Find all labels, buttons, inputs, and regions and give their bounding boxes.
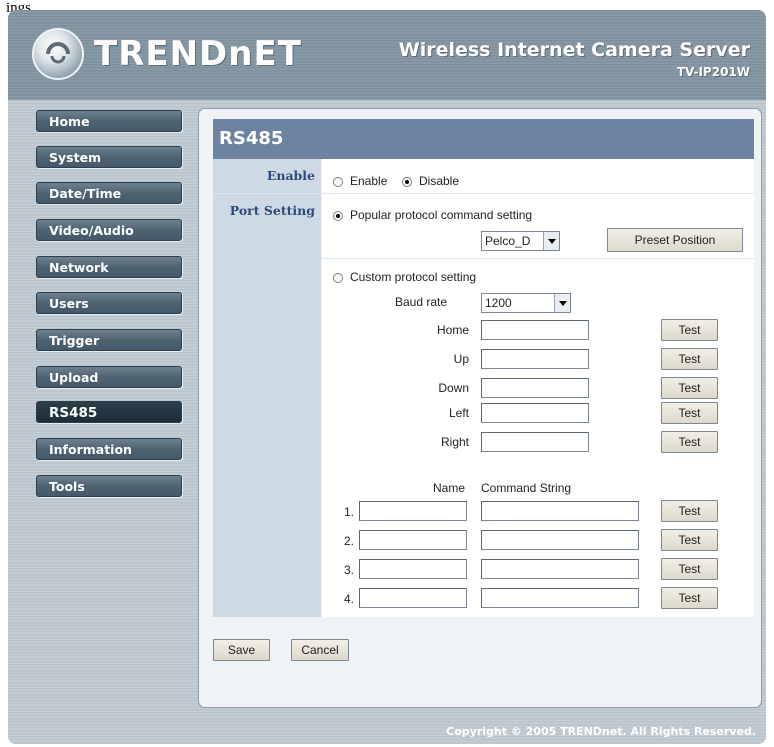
popular-protocol-label: Popular protocol command setting <box>350 208 533 222</box>
command-string-input[interactable] <box>481 530 639 550</box>
direction-label-right: Right <box>440 435 469 449</box>
page-title: RS485 <box>219 128 284 149</box>
command-name-input[interactable] <box>359 588 467 608</box>
logo-text: TRENDnET <box>94 34 302 74</box>
command-string-input[interactable] <box>481 501 639 521</box>
popular-protocol-radio[interactable] <box>333 211 343 221</box>
test-up-button[interactable]: Test <box>661 348 718 370</box>
copyright-footer: Copyright © 2005 TRENDnet. All Rights Re… <box>446 725 756 738</box>
nav-item-upload[interactable]: Upload <box>36 366 182 388</box>
test-home-button[interactable]: Test <box>661 319 718 341</box>
enable-radio[interactable] <box>333 177 343 187</box>
custom-protocol-label: Custom protocol setting <box>350 270 477 284</box>
panel-header: RS485 <box>213 119 754 159</box>
app-frame: TRENDnET Wireless Internet Camera Server… <box>8 10 766 744</box>
protocol-select[interactable]: Pelco_D <box>481 231 560 251</box>
direction-label-home: Home <box>436 323 469 337</box>
direction-label-down: Down <box>438 381 469 395</box>
test-command-button[interactable]: Test <box>661 529 718 551</box>
command-name-input[interactable] <box>359 501 467 521</box>
nav-item-home[interactable]: Home <box>36 110 182 132</box>
nav-item-trigger[interactable]: Trigger <box>36 329 182 351</box>
test-down-button[interactable]: Test <box>661 377 718 399</box>
row-divider <box>322 193 754 194</box>
up-command-input[interactable] <box>481 349 589 369</box>
protocol-select-value: Pelco_D <box>485 234 531 248</box>
home-command-input[interactable] <box>481 320 589 340</box>
direction-label-left: Left <box>448 406 469 420</box>
baud-rate-select[interactable]: 1200 <box>481 293 571 313</box>
nav-item-rs485[interactable]: RS485 <box>36 401 182 423</box>
disable-radio[interactable] <box>402 177 412 187</box>
right-command-input[interactable] <box>481 432 589 452</box>
command-name-input[interactable] <box>359 559 467 579</box>
product-model: TV-IP201W <box>676 65 750 79</box>
test-command-button[interactable]: Test <box>661 500 718 522</box>
command-name-input[interactable] <box>359 530 467 550</box>
nav-item-information[interactable]: Information <box>36 438 182 460</box>
name-column-header: Name <box>433 481 466 495</box>
command-string-input[interactable] <box>481 588 639 608</box>
down-command-input[interactable] <box>481 378 589 398</box>
rs485-panel: RS485 Enable Port Setting Enable Disable… <box>198 108 762 708</box>
nav-item-network[interactable]: Network <box>36 256 182 278</box>
command-row-index: 3. <box>344 563 355 577</box>
nav-item-users[interactable]: Users <box>36 292 182 314</box>
product-title: Wireless Internet Camera Server <box>398 39 750 61</box>
baud-rate-value: 1200 <box>485 296 512 310</box>
command-row-index: 2. <box>344 534 355 548</box>
port-setting-label: Port Setting <box>229 203 315 218</box>
left-command-input[interactable] <box>481 403 589 423</box>
disable-option-label: Disable <box>419 174 460 188</box>
direction-label-up: Up <box>453 352 469 366</box>
command-row-index: 4. <box>344 592 355 606</box>
cancel-button[interactable]: Cancel <box>291 639 349 661</box>
label-column: Enable Port Setting <box>213 159 321 617</box>
test-command-button[interactable]: Test <box>661 558 718 580</box>
test-right-button[interactable]: Test <box>661 431 718 453</box>
command-string-input[interactable] <box>481 559 639 579</box>
chevron-down-icon <box>554 294 570 312</box>
enable-option-label: Enable <box>350 174 388 188</box>
test-command-button[interactable]: Test <box>661 587 718 609</box>
nav-item-system[interactable]: System <box>36 146 182 168</box>
nav-item-tools[interactable]: Tools <box>36 475 182 497</box>
baud-rate-label: Baud rate <box>395 295 448 309</box>
logo-emblem-icon <box>32 28 84 80</box>
preset-position-button[interactable]: Preset Position <box>607 228 743 252</box>
command-row-index: 1. <box>344 505 355 519</box>
nav-item-video-audio[interactable]: Video/Audio <box>36 219 182 241</box>
test-left-button[interactable]: Test <box>661 402 718 424</box>
chevron-down-icon <box>543 232 559 250</box>
brand-logo: TRENDnET <box>32 28 302 80</box>
save-button[interactable]: Save <box>213 639 270 661</box>
custom-protocol-radio[interactable] <box>333 273 343 283</box>
enable-label: Enable <box>266 168 315 183</box>
command-string-column-header: Command String <box>481 481 572 495</box>
nav-item-date-time[interactable]: Date/Time <box>36 182 182 204</box>
row-divider <box>322 258 754 259</box>
